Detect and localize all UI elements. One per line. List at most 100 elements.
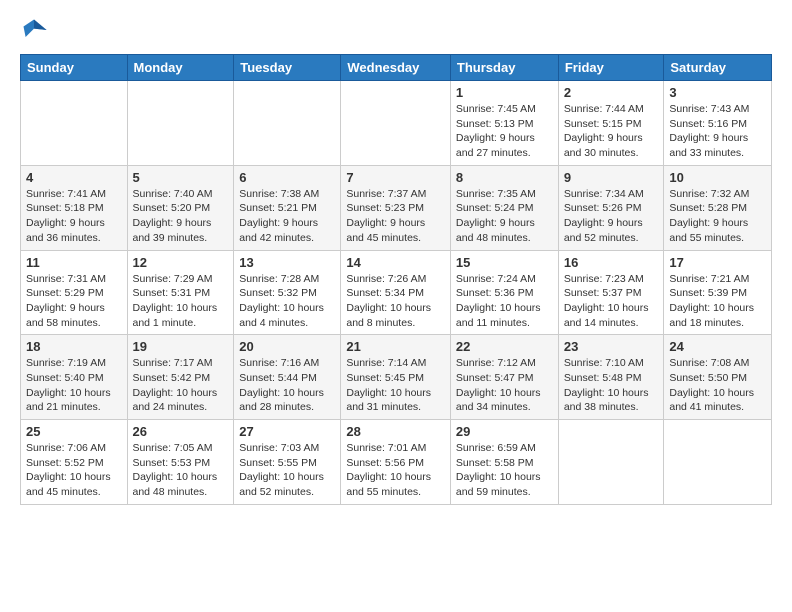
sunset-label: Sunset: 5:28 PM [669, 202, 747, 214]
sunset-label: Sunset: 5:18 PM [26, 202, 104, 214]
sunset-label: Sunset: 5:26 PM [564, 202, 642, 214]
day-number: 23 [564, 339, 659, 354]
sunrise-label: Sunrise: 7:17 AM [133, 357, 213, 369]
calendar-cell: 14Sunrise: 7:26 AMSunset: 5:34 PMDayligh… [341, 250, 451, 335]
daylight-label: Daylight: 10 hours and 34 minutes. [456, 387, 541, 414]
day-info: Sunrise: 7:03 AMSunset: 5:55 PMDaylight:… [239, 441, 335, 500]
day-number: 10 [669, 170, 766, 185]
sunrise-label: Sunrise: 7:10 AM [564, 357, 644, 369]
weekday-header: Tuesday [234, 55, 341, 81]
daylight-label: Daylight: 10 hours and 8 minutes. [346, 302, 431, 329]
day-number: 12 [133, 255, 229, 270]
header [20, 16, 772, 44]
calendar-week-row: 1 Sunrise: 7:45 AM Sunset: 5:13 PM Daylight… [21, 81, 772, 166]
day-number: 20 [239, 339, 335, 354]
sunset-label: Sunset: 5:42 PM [133, 372, 211, 384]
calendar-cell: 7Sunrise: 7:37 AMSunset: 5:23 PMDaylight… [341, 165, 451, 250]
sunrise-label: Sunrise: 7:43 AM [669, 103, 749, 115]
day-number: 13 [239, 255, 335, 270]
calendar-cell: 10 Sunrise: 7:32 AMSunset: 5:28 PMDayligh… [664, 165, 772, 250]
sunset-label: Sunset: 5:24 PM [456, 202, 534, 214]
sunrise-label: Sunrise: 7:01 AM [346, 442, 426, 454]
sunrise-label: Sunrise: 7:16 AM [239, 357, 319, 369]
calendar-cell: 1Sunrise: 7:45 AMSunset: 5:13 PMDaylight… [450, 81, 558, 166]
calendar-cell: 16Sunrise: 7:23 AMSunset: 5:37 PMDayligh… [558, 250, 664, 335]
page: SundayMondayTuesdayWednesdayThursdayFrid… [0, 0, 792, 515]
weekday-header: Saturday [664, 55, 772, 81]
day-info: Sunrise: 7:01 AMSunset: 5:56 PMDaylight:… [346, 441, 445, 500]
weekday-header: Friday [558, 55, 664, 81]
day-info: Sunrise: 7:16 AM Sunset: 5:44 PM Daylight:… [239, 356, 335, 415]
day-number: 9 [564, 170, 659, 185]
daylight-label: Daylight: 10 hours and 11 minutes. [456, 302, 541, 329]
sunrise-label: Sunrise: 7:40 AM [133, 188, 213, 200]
calendar-week-row: 4Sunrise: 7:41 AMSunset: 5:18 PMDaylight… [21, 165, 772, 250]
daylight-label: Daylight: 10 hours and 38 minutes. [564, 387, 649, 414]
daylight-label: Daylight: 10 hours and 18 minutes. [669, 302, 754, 329]
day-info: Sunrise: 7:45 AMSunset: 5:13 PMDaylight:… [456, 102, 553, 161]
calendar-cell: 20 Sunrise: 7:16 AM Sunset: 5:44 PM Dayligh… [234, 335, 341, 420]
day-info: Sunrise: 7:35 AMSunset: 5:24 PMDaylight:… [456, 187, 553, 246]
sunset-label: Sunset: 5:44 PM [239, 372, 317, 384]
sunrise-label: Sunrise: 7:14 AM [346, 357, 426, 369]
day-info: Sunrise: 7:43 AMSunset: 5:16 PMDaylight:… [669, 102, 766, 161]
calendar-cell [341, 81, 451, 166]
daylight-label: Daylight: 10 hours and 52 minutes. [239, 471, 324, 498]
daylight-label: Daylight: 10 hours and 1 minute. [133, 302, 218, 329]
sunrise-label: Sunrise: 7:24 AM [456, 273, 536, 285]
day-info: Sunrise: 7:19 AMSunset: 5:40 PMDaylight:… [26, 356, 122, 415]
day-number: 1 [456, 85, 553, 100]
sunrise-label: Sunrise: 7:06 AM [26, 442, 106, 454]
calendar-cell: 27Sunrise: 7:03 AMSunset: 5:55 PMDayligh… [234, 420, 341, 505]
calendar-cell: 5Sunrise: 7:40 AMSunset: 5:20 PMDaylight… [127, 165, 234, 250]
sunset-label: Sunset: 5:20 PM [133, 202, 211, 214]
daylight-label: Daylight: 10 hours and 28 minutes. [239, 387, 324, 414]
sunset-label: Sunset: 5:34 PM [346, 287, 424, 299]
sunrise-label: Sunrise: 7:45 AM [456, 103, 536, 115]
calendar-cell [664, 420, 772, 505]
daylight-label: Daylight: 9 hours and 42 minutes. [239, 217, 318, 244]
calendar-cell: 9Sunrise: 7:34 AMSunset: 5:26 PMDaylight… [558, 165, 664, 250]
sunset-label: Sunset: 5:52 PM [26, 457, 104, 469]
day-number: 4 [26, 170, 122, 185]
sunrise-label: Sunrise: 7:37 AM [346, 188, 426, 200]
day-number: 14 [346, 255, 445, 270]
weekday-header-row: SundayMondayTuesdayWednesdayThursdayFrid… [21, 55, 772, 81]
day-number: 17 [669, 255, 766, 270]
calendar-cell: 6Sunrise: 7:38 AMSunset: 5:21 PMDaylight… [234, 165, 341, 250]
day-number: 26 [133, 424, 229, 439]
day-info: Sunrise: 7:31 AMSunset: 5:29 PMDaylight:… [26, 272, 122, 331]
calendar-cell: 19Sunrise: 7:17 AMSunset: 5:42 PMDayligh… [127, 335, 234, 420]
calendar-cell [234, 81, 341, 166]
weekday-header: Thursday [450, 55, 558, 81]
sunset-label: Sunset: 5:23 PM [346, 202, 424, 214]
sunrise-label: Sunrise: 7:03 AM [239, 442, 319, 454]
day-number: 15 [456, 255, 553, 270]
sunset-label: Sunset: 5:13 PM [456, 118, 534, 130]
sunset-label: Sunset: 5:45 PM [346, 372, 424, 384]
day-number: 24 [669, 339, 766, 354]
daylight-label: Daylight: 9 hours and 33 minutes. [669, 132, 748, 159]
day-info: Sunrise: 7:38 AMSunset: 5:21 PMDaylight:… [239, 187, 335, 246]
day-info: Sunrise: 7:12 AMSunset: 5:47 PMDaylight:… [456, 356, 553, 415]
day-number: 25 [26, 424, 122, 439]
calendar-cell: 25 Sunrise: 7:06 AM Sunset: 5:52 PM Dayligh… [21, 420, 128, 505]
day-info: Sunrise: 7:32 AMSunset: 5:28 PMDaylight:… [669, 187, 766, 246]
daylight-label: Daylight: 9 hours and 48 minutes. [456, 217, 535, 244]
daylight-label: Daylight: 10 hours and 14 minutes. [564, 302, 649, 329]
day-info: Sunrise: 7:44 AMSunset: 5:15 PMDaylight:… [564, 102, 659, 161]
day-info: Sunrise: 7:24 AMSunset: 5:36 PMDaylight:… [456, 272, 553, 331]
sunset-label: Sunset: 5:50 PM [669, 372, 747, 384]
daylight-label: Daylight: 10 hours and 31 minutes. [346, 387, 431, 414]
daylight-label: Daylight: 10 hours and 45 minutes. [26, 471, 111, 498]
sunrise-label: Sunrise: 7:12 AM [456, 357, 536, 369]
weekday-header: Sunday [21, 55, 128, 81]
sunrise-label: Sunrise: 7:23 AM [564, 273, 644, 285]
day-number: 5 [133, 170, 229, 185]
day-number: 11 [26, 255, 122, 270]
sunset-label: Sunset: 5:39 PM [669, 287, 747, 299]
sunset-label: Sunset: 5:37 PM [564, 287, 642, 299]
sunrise-label: Sunrise: 7:31 AM [26, 273, 106, 285]
day-info: Sunrise: 7:37 AMSunset: 5:23 PMDaylight:… [346, 187, 445, 246]
calendar-cell: 23Sunrise: 7:10 AMSunset: 5:48 PMDayligh… [558, 335, 664, 420]
